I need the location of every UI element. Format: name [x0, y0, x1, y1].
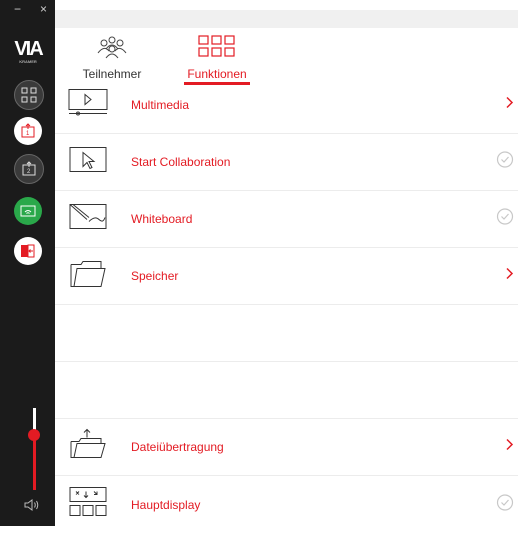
function-row-empty-2	[55, 362, 518, 419]
close-button[interactable]: ×	[40, 2, 47, 16]
wireless-display-button[interactable]	[14, 197, 42, 225]
exit-button[interactable]	[14, 237, 42, 265]
function-row-whiteboard[interactable]: Whiteboard	[55, 191, 518, 248]
whiteboard-icon	[67, 202, 109, 237]
tab-funktionen[interactable]: Funktionen	[176, 34, 258, 81]
start-collaboration-label: Start Collaboration	[131, 155, 231, 169]
multimedia-icon	[67, 88, 109, 123]
function-row-hauptdisplay[interactable]: Hauptdisplay	[55, 476, 518, 533]
chevron-right-icon[interactable]	[504, 267, 514, 286]
speaker-button[interactable]	[24, 498, 40, 517]
present-2-button[interactable]: 2	[14, 154, 44, 184]
present-1-button[interactable]: 1	[14, 117, 42, 145]
main-display-icon	[67, 485, 109, 524]
logo-text: VIA	[14, 38, 43, 60]
speaker-icon	[24, 499, 39, 511]
check-circle-icon[interactable]	[496, 208, 514, 231]
svg-text:2: 2	[27, 169, 31, 175]
functions-grid-icon	[198, 35, 235, 57]
check-circle-icon[interactable]	[496, 151, 514, 174]
share-screen-button[interactable]	[14, 80, 44, 110]
svg-text:1: 1	[26, 131, 30, 137]
present-2-icon: 2	[22, 161, 36, 176]
chevron-right-icon[interactable]	[504, 438, 514, 457]
function-row-dateiuebertragung[interactable]: Dateiübertragung	[55, 419, 518, 476]
function-row-speicher[interactable]: Speicher	[55, 248, 518, 305]
collaboration-icon	[67, 145, 109, 180]
function-row-multimedia[interactable]: Multimedia	[55, 77, 518, 134]
function-row-empty-1	[55, 305, 518, 362]
sidebar: − × VIA KRAMER 1 2	[0, 0, 55, 526]
tab-teilnehmer[interactable]: Teilnehmer	[80, 34, 144, 81]
speicher-label: Speicher	[131, 269, 179, 283]
multimedia-label: Multimedia	[131, 98, 190, 112]
dateiuebertragung-label: Dateiübertragung	[131, 440, 224, 454]
check-circle-icon[interactable]	[496, 493, 514, 516]
share-screen-icon	[21, 87, 37, 103]
title-bar	[55, 10, 518, 28]
wireless-display-icon	[20, 205, 36, 217]
hauptdisplay-label: Hauptdisplay	[131, 497, 201, 512]
folder-icon	[67, 257, 109, 296]
volume-slider-knob[interactable]	[28, 429, 40, 441]
exit-icon	[21, 244, 35, 258]
present-1-icon: 1	[21, 123, 35, 138]
participants-icon	[97, 36, 127, 59]
file-transfer-icon	[67, 428, 109, 467]
window-controls: − ×	[0, 0, 55, 24]
minimize-button[interactable]: −	[14, 2, 21, 16]
app-logo: VIA KRAMER	[10, 38, 46, 66]
function-row-start-collaboration[interactable]: Start Collaboration	[55, 134, 518, 191]
chevron-right-icon[interactable]	[504, 96, 514, 115]
whiteboard-label: Whiteboard	[131, 212, 193, 226]
